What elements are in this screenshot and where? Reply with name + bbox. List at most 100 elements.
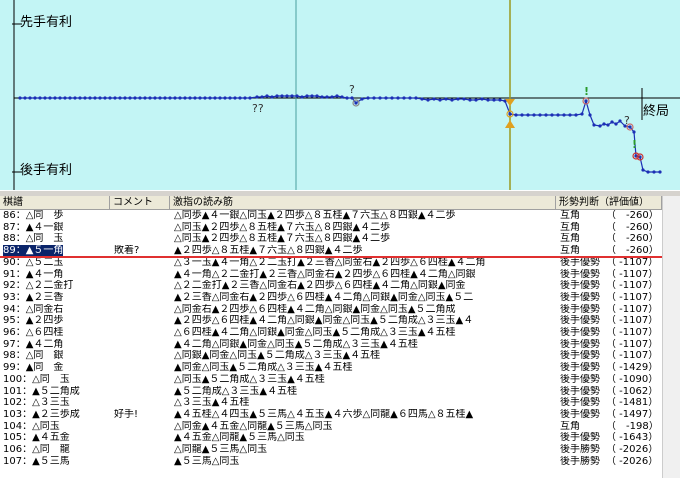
evaluation-point (183, 96, 187, 100)
table-row[interactable]: 87：▲４一銀 △同玉▲２四歩△８五桂▲７六玉△８四銀▲４二歩 互角 （ -260） (0, 222, 680, 234)
evaluation-point (508, 112, 512, 116)
evaluation-point (550, 113, 554, 117)
table-row[interactable]: 103：▲２三歩成 好手! ▲４五桂△４四玉▲５三馬△４五玉▲４六歩△同龍▲６四馬△… (0, 409, 680, 421)
score-cell: （ -1107） (606, 327, 658, 339)
evaluation-point (113, 96, 117, 100)
pv-cell: ▲４二角△同銀▲同金△同玉▲５二角成△３三玉▲４五桂 (174, 339, 554, 351)
evaluation-point (228, 96, 232, 100)
evaluation-point (118, 96, 122, 100)
move-cell-text: 105：▲４五金 (3, 432, 70, 444)
move-cell-text: 107：▲５三馬 (3, 455, 70, 467)
score-cell: （ -1107） (606, 315, 658, 327)
table-row[interactable]: 91：▲４一角 ▲４一角△２二金打▲２三香△同金右▲２四歩△６四桂▲４二角△同銀 後… (0, 269, 680, 281)
evaluation-point (474, 98, 478, 102)
table-row[interactable]: 98：△同 銀 △同銀▲同金△同玉▲５二角成△３三玉▲４五桂 後手優勢 （ -1107… (0, 350, 680, 362)
evaluation-point (456, 97, 460, 101)
table-scrollbar[interactable] (662, 196, 680, 478)
evaluation-point (335, 94, 339, 98)
table-row[interactable]: 86：△同 歩 △同歩▲４一銀△同玉▲２四歩△８五桂▲７六玉△８四銀▲４二歩 互角 （… (0, 210, 680, 222)
evaluation-point (592, 123, 596, 127)
evaluation-point (652, 170, 656, 174)
score-cell-text: （ -1107） (606, 315, 658, 327)
move-cell-text: 100：△同 玉 (3, 373, 70, 385)
score-cell: （ -1107） (606, 339, 658, 351)
evaluation-point (468, 98, 472, 102)
current-position-line (0, 255, 662, 258)
table-row[interactable]: 107：▲５三馬 ▲５三馬△同玉 後手勝勢 （ -2026） (0, 456, 680, 468)
judgement-cell: 後手優勢 (560, 269, 602, 281)
evaluation-point (632, 130, 636, 134)
judgement-cell: 後手優勢 (560, 315, 602, 327)
evaluation-point (520, 113, 524, 117)
evaluation-point (260, 95, 264, 99)
table-row[interactable]: 105：▲４五金 ▲４五金△同龍▲５三馬△同玉 後手優勢 （ -1643） (0, 432, 680, 444)
judgement-cell: 後手優勢 (560, 292, 602, 304)
evaluation-point (178, 96, 182, 100)
table-row[interactable]: 104：△同玉 △同金▲４五金△同龍▲５三馬△同玉 互角 （ -198） (0, 421, 680, 433)
judgement-cell-text: 後手優勢 (560, 280, 600, 292)
judgement-cell-text: 後手優勢 (560, 432, 600, 444)
evaluation-point (133, 96, 137, 100)
pv-cell: △同玉▲２四歩△８五桂▲７六玉△８四銀▲４二歩 (174, 222, 554, 234)
score-cell-text: （ -1643） (606, 432, 658, 444)
evaluation-point (23, 96, 27, 100)
table-row[interactable]: 101：▲５二角成 ▲５二角成△３三玉▲４五桂 後手優勢 （ -1062） (0, 386, 680, 398)
table-row[interactable]: 95：▲２四歩 ▲２四歩△６四桂▲４二角△同銀▲同金△同玉▲５二角成△３三玉▲４ 後… (0, 315, 680, 327)
table-row[interactable]: 94：△同金右 △同金右▲２四歩△６四桂▲４二角△同銀▲同金△同玉▲５二角成 後手優… (0, 304, 680, 316)
pv-cell: ▲５三馬△同玉 (174, 456, 554, 468)
table-row[interactable]: 90：△５二玉 △３一玉▲４一角△２二玉打▲２三香△同金右▲２四歩△６四桂▲４二角… (0, 257, 680, 269)
score-cell-text: （ -260） (606, 245, 658, 257)
judgement-cell: 後手優勢 (560, 362, 602, 374)
table-row[interactable]: 102：△３三玉 △３三玉▲４五桂 後手優勢 （ -1481） (0, 397, 680, 409)
evaluation-point (618, 119, 622, 123)
pv-cell-text: ▲４五桂△４四玉▲５三馬△４五玉▲４六歩△同龍▲６四馬△８五桂▲ (174, 408, 474, 420)
evaluation-point (360, 97, 364, 101)
column-header-kifu[interactable]: 棋譜 (0, 196, 110, 209)
column-header-pv[interactable]: 激指の読み筋 (170, 196, 556, 209)
evaluation-point (38, 96, 42, 100)
comment-cell-text: 好手! (114, 408, 139, 420)
table-row[interactable]: 106：△同 龍 △同龍▲５三馬△同玉 後手勝勢 （ -2026） (0, 444, 680, 456)
evaluation-point (238, 96, 242, 100)
judgement-cell: 互角 (560, 222, 602, 234)
evaluation-point (646, 170, 650, 174)
score-cell: （ -1107） (606, 350, 658, 362)
evaluation-point (492, 98, 496, 102)
move-cell: 104：△同玉 (3, 421, 108, 433)
table-row[interactable]: 93：▲２三香 ▲２三香△同金右▲２四歩△６四桂▲４二角△同銀▲同金△同玉▲５二 後… (0, 292, 680, 304)
score-cell: （ -2026） (606, 444, 658, 456)
evaluation-point (128, 96, 132, 100)
graph-canvas[interactable]: ?? ? ? ! ! (0, 0, 680, 190)
table-row[interactable]: 99：▲同 金 ▲同金△同玉▲５二角成△３三玉▲４五桂 後手優勢 （ -1429） (0, 362, 680, 374)
table-row[interactable]: 100：△同 玉 △同玉▲５二角成△３三玉▲４五桂 後手優勢 （ -1090） (0, 374, 680, 386)
judgement-cell: 後手優勢 (560, 304, 602, 316)
table-row[interactable]: 92：△２二金打 △２二金打▲２三香△同金右▲２四歩△６四桂▲４二角△同銀▲同金 後… (0, 280, 680, 292)
score-cell-text: （ -1429） (606, 362, 658, 374)
judgement-cell-text: 後手優勢 (560, 373, 600, 385)
evaluation-point (108, 96, 112, 100)
table-row[interactable]: 96：△６四桂 △６四桂▲４二角△同銀▲同金△同玉▲５二角成△３三玉▲４五桂 後手優… (0, 327, 680, 339)
pv-cell-text: ▲４一角△２二金打▲２三香△同金右▲２四歩△６四桂▲４二角△同銀 (174, 268, 476, 280)
judgement-cell: 後手優勢 (560, 397, 602, 409)
evaluation-point (28, 96, 32, 100)
evaluation-point (330, 95, 334, 99)
move-cell-text: 106：△同 龍 (3, 444, 70, 455)
evaluation-point (290, 94, 294, 98)
pv-cell-text: △３一玉▲４一角△２二玉打▲２三香△同金右▲２四歩△６四桂▲４二角 (174, 256, 486, 268)
evaluation-point (390, 96, 394, 100)
table-row[interactable]: 97：▲４二角 ▲４二角△同銀▲同金△同玉▲５二角成△３三玉▲４五桂 後手優勢 （ -… (0, 339, 680, 351)
column-header-comment[interactable]: コメント (110, 196, 170, 209)
judgement-cell: 後手優勢 (560, 374, 602, 386)
pv-cell-text: ▲２四歩△６四桂▲４二角△同銀▲同金△同玉▲５二角成△３三玉▲４ (174, 315, 474, 327)
pv-cell: ▲４五桂△４四玉▲５三馬△４五玉▲４六歩△同龍▲６四馬△８五桂▲ (174, 409, 554, 421)
score-cell-text: （ -1107） (606, 268, 658, 280)
table-row[interactable]: 88：△同 玉 △同玉▲２四歩△８五桂▲７六玉△８四銀▲４二歩 互角 （ -260） (0, 233, 680, 245)
judgement-cell-text: 後手優勢 (560, 350, 600, 362)
evaluation-point (243, 96, 247, 100)
evaluation-graph[interactable]: ?? ? ? ! ! 先手有利 後手有利 終局 (0, 0, 680, 191)
judgement-cell: 後手優勢 (560, 409, 602, 421)
column-header-judgement[interactable]: 形勢判断（評価値） (556, 196, 662, 209)
evaluation-point (378, 96, 382, 100)
judgement-cell-text: 後手優勢 (560, 291, 600, 303)
evaluation-line (20, 95, 660, 173)
